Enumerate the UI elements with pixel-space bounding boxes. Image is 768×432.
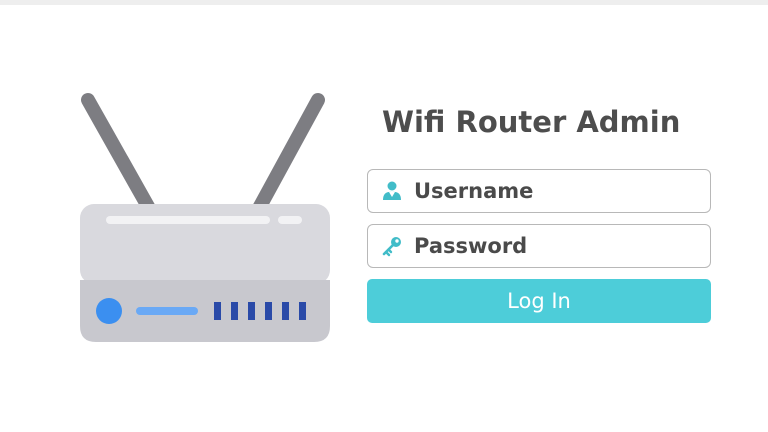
login-panel: Wifi Router Admin Log In bbox=[367, 100, 711, 323]
key-icon bbox=[380, 234, 404, 258]
router-icon bbox=[80, 93, 330, 342]
username-field[interactable] bbox=[367, 169, 711, 213]
user-icon bbox=[380, 179, 404, 203]
page-title: Wifi Router Admin bbox=[382, 105, 681, 139]
password-field[interactable] bbox=[367, 224, 711, 268]
top-bar bbox=[0, 0, 768, 5]
password-input[interactable] bbox=[414, 234, 694, 258]
login-button[interactable]: Log In bbox=[367, 279, 711, 323]
router-illustration bbox=[78, 90, 330, 342]
username-input[interactable] bbox=[414, 179, 694, 203]
